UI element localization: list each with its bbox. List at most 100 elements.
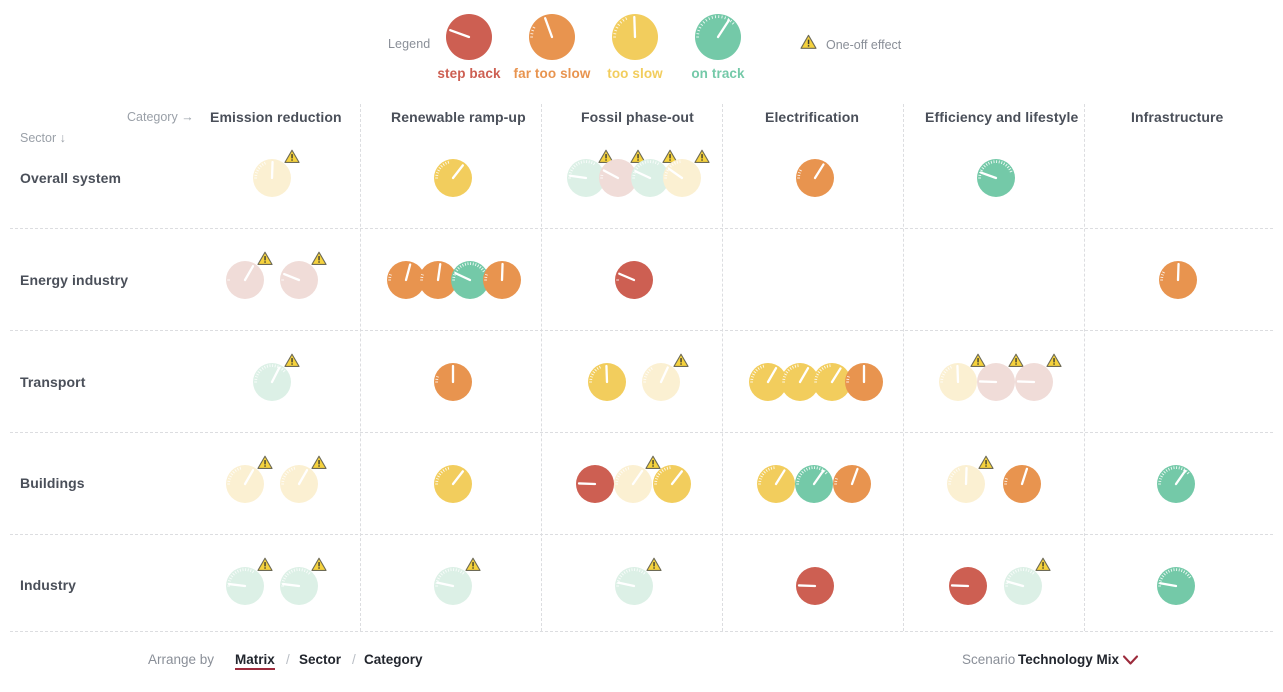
gauge-cell[interactable]	[576, 465, 614, 508]
gauge-cell[interactable]	[434, 363, 472, 406]
gauge-cell[interactable]	[1157, 567, 1195, 610]
gauge-cell[interactable]	[1004, 557, 1051, 610]
gauge-too-slow[interactable]	[757, 465, 795, 503]
gauge-too-slow-faded[interactable]	[253, 149, 300, 197]
row-label-3[interactable]: Buildings	[20, 475, 85, 491]
gauge-cell[interactable]	[653, 465, 691, 508]
warning-triangle-icon	[311, 455, 327, 470]
gauge-cell[interactable]	[483, 261, 521, 304]
column-header-1[interactable]: Renewable ramp-up	[391, 109, 526, 125]
gauge-cell[interactable]	[226, 557, 273, 610]
gauge-far-too-slow[interactable]	[1003, 465, 1041, 503]
column-header-5[interactable]: Infrastructure	[1131, 109, 1223, 125]
gauge-too-slow-faded[interactable]	[614, 455, 661, 503]
gauge-on-track[interactable]	[1157, 567, 1195, 605]
gauge-cell[interactable]	[949, 567, 987, 610]
gauge-too-slow[interactable]	[653, 465, 691, 503]
matrix-dashboard: Legend step back far too slow too slow on t…	[0, 0, 1283, 692]
arrange-option-matrix[interactable]: Matrix	[235, 652, 275, 670]
gauge-too-slow-faded[interactable]	[947, 455, 994, 503]
gauge-far-too-slow[interactable]	[483, 261, 521, 299]
gauge-too-slow-faded[interactable]	[663, 149, 710, 197]
row-label-1[interactable]: Energy industry	[20, 272, 128, 288]
gauge-cell[interactable]	[615, 261, 653, 304]
gauge-step-back[interactable]	[796, 567, 834, 605]
row-label-4[interactable]: Industry	[20, 577, 76, 593]
gauge-too-slow[interactable]	[434, 159, 472, 197]
gauge-too-slow-faded[interactable]	[280, 455, 327, 503]
gauge-too-slow-faded[interactable]	[642, 353, 689, 401]
gauge-cell[interactable]	[280, 251, 327, 304]
gauge-on-track[interactable]	[795, 465, 833, 503]
gauge-on-track[interactable]	[977, 159, 1015, 197]
gauge-cell[interactable]	[615, 557, 662, 610]
gauge-too-slow-faded[interactable]	[939, 353, 986, 401]
gauge-far-too-slow[interactable]	[1159, 261, 1197, 299]
gauge-cell[interactable]	[226, 455, 273, 508]
warning-triangle-icon	[1035, 557, 1051, 572]
column-divider	[360, 104, 361, 631]
gauge-too-slow[interactable]	[434, 465, 472, 503]
gauge-cell[interactable]	[434, 159, 472, 202]
gauge-cell[interactable]	[1015, 353, 1062, 406]
gauge-cell[interactable]	[253, 149, 300, 202]
gauge-step-back-faded[interactable]	[1015, 353, 1062, 401]
gauge-on-track-faded[interactable]	[253, 353, 300, 401]
gauge-on-track-faded[interactable]	[226, 557, 273, 605]
gauge-cell[interactable]	[1159, 261, 1197, 304]
gauge-cell[interactable]	[642, 353, 689, 406]
column-header-2[interactable]: Fossil phase-out	[581, 109, 694, 125]
column-header-0[interactable]: Emission reduction	[210, 109, 342, 125]
row-label-0[interactable]: Overall system	[20, 170, 121, 186]
gauge-cell[interactable]	[663, 149, 710, 202]
gauge-far-too-slow[interactable]	[845, 363, 883, 401]
gauge-step-back-faded[interactable]	[280, 251, 327, 299]
gauge-cell[interactable]	[434, 557, 481, 610]
row-label-2[interactable]: Transport	[20, 374, 85, 390]
gauge-step-back-faded[interactable]	[977, 353, 1024, 401]
gauge-far-too-slow[interactable]	[833, 465, 871, 503]
gauge-far-too-slow[interactable]	[796, 159, 834, 197]
arrange-option-category[interactable]: Category	[364, 652, 423, 667]
column-header-3[interactable]: Electrification	[765, 109, 859, 125]
gauge-on-track-faded[interactable]	[615, 557, 662, 605]
gauge-cell[interactable]	[977, 159, 1015, 202]
gauge-cell[interactable]	[833, 465, 871, 508]
arrange-option-sector[interactable]: Sector	[299, 652, 341, 667]
gauge-cell[interactable]	[796, 567, 834, 610]
gauge-cell[interactable]	[1003, 465, 1041, 508]
gauge-on-track-faded[interactable]	[434, 557, 481, 605]
scenario-value[interactable]: Technology Mix	[1018, 652, 1119, 667]
column-header-4[interactable]: Efficiency and lifestyle	[925, 109, 1078, 125]
row-divider	[10, 534, 1273, 535]
chevron-down-icon[interactable]	[1122, 653, 1139, 667]
gauge-cell[interactable]	[795, 465, 833, 508]
gauge-cell[interactable]	[614, 455, 661, 508]
gauge-far-too-slow[interactable]	[434, 363, 472, 401]
gauge-step-back-faded[interactable]	[226, 251, 273, 299]
gauge-cell[interactable]	[1157, 465, 1195, 508]
gauge-cell[interactable]	[253, 353, 300, 406]
gauge-too-slow-faded[interactable]	[226, 455, 273, 503]
column-divider	[541, 104, 542, 631]
gauge-on-track-faded[interactable]	[280, 557, 327, 605]
gauge-cell[interactable]	[977, 353, 1024, 406]
gauge-cell[interactable]	[280, 557, 327, 610]
gauge-cell[interactable]	[845, 363, 883, 406]
gauge-cell[interactable]	[796, 159, 834, 202]
category-axis-hint: Category →	[127, 110, 194, 124]
gauge-too-slow[interactable]	[588, 363, 626, 401]
gauge-on-track-faded[interactable]	[1004, 557, 1051, 605]
gauge-cell[interactable]	[280, 455, 327, 508]
gauge-cell[interactable]	[947, 455, 994, 508]
warning-triangle-icon	[257, 251, 273, 266]
gauge-cell[interactable]	[434, 465, 472, 508]
gauge-cell[interactable]	[939, 353, 986, 406]
gauge-step-back[interactable]	[576, 465, 614, 503]
gauge-step-back[interactable]	[949, 567, 987, 605]
gauge-step-back[interactable]	[615, 261, 653, 299]
gauge-on-track[interactable]	[1157, 465, 1195, 503]
gauge-cell[interactable]	[226, 251, 273, 304]
gauge-cell[interactable]	[757, 465, 795, 508]
gauge-cell[interactable]	[588, 363, 626, 406]
